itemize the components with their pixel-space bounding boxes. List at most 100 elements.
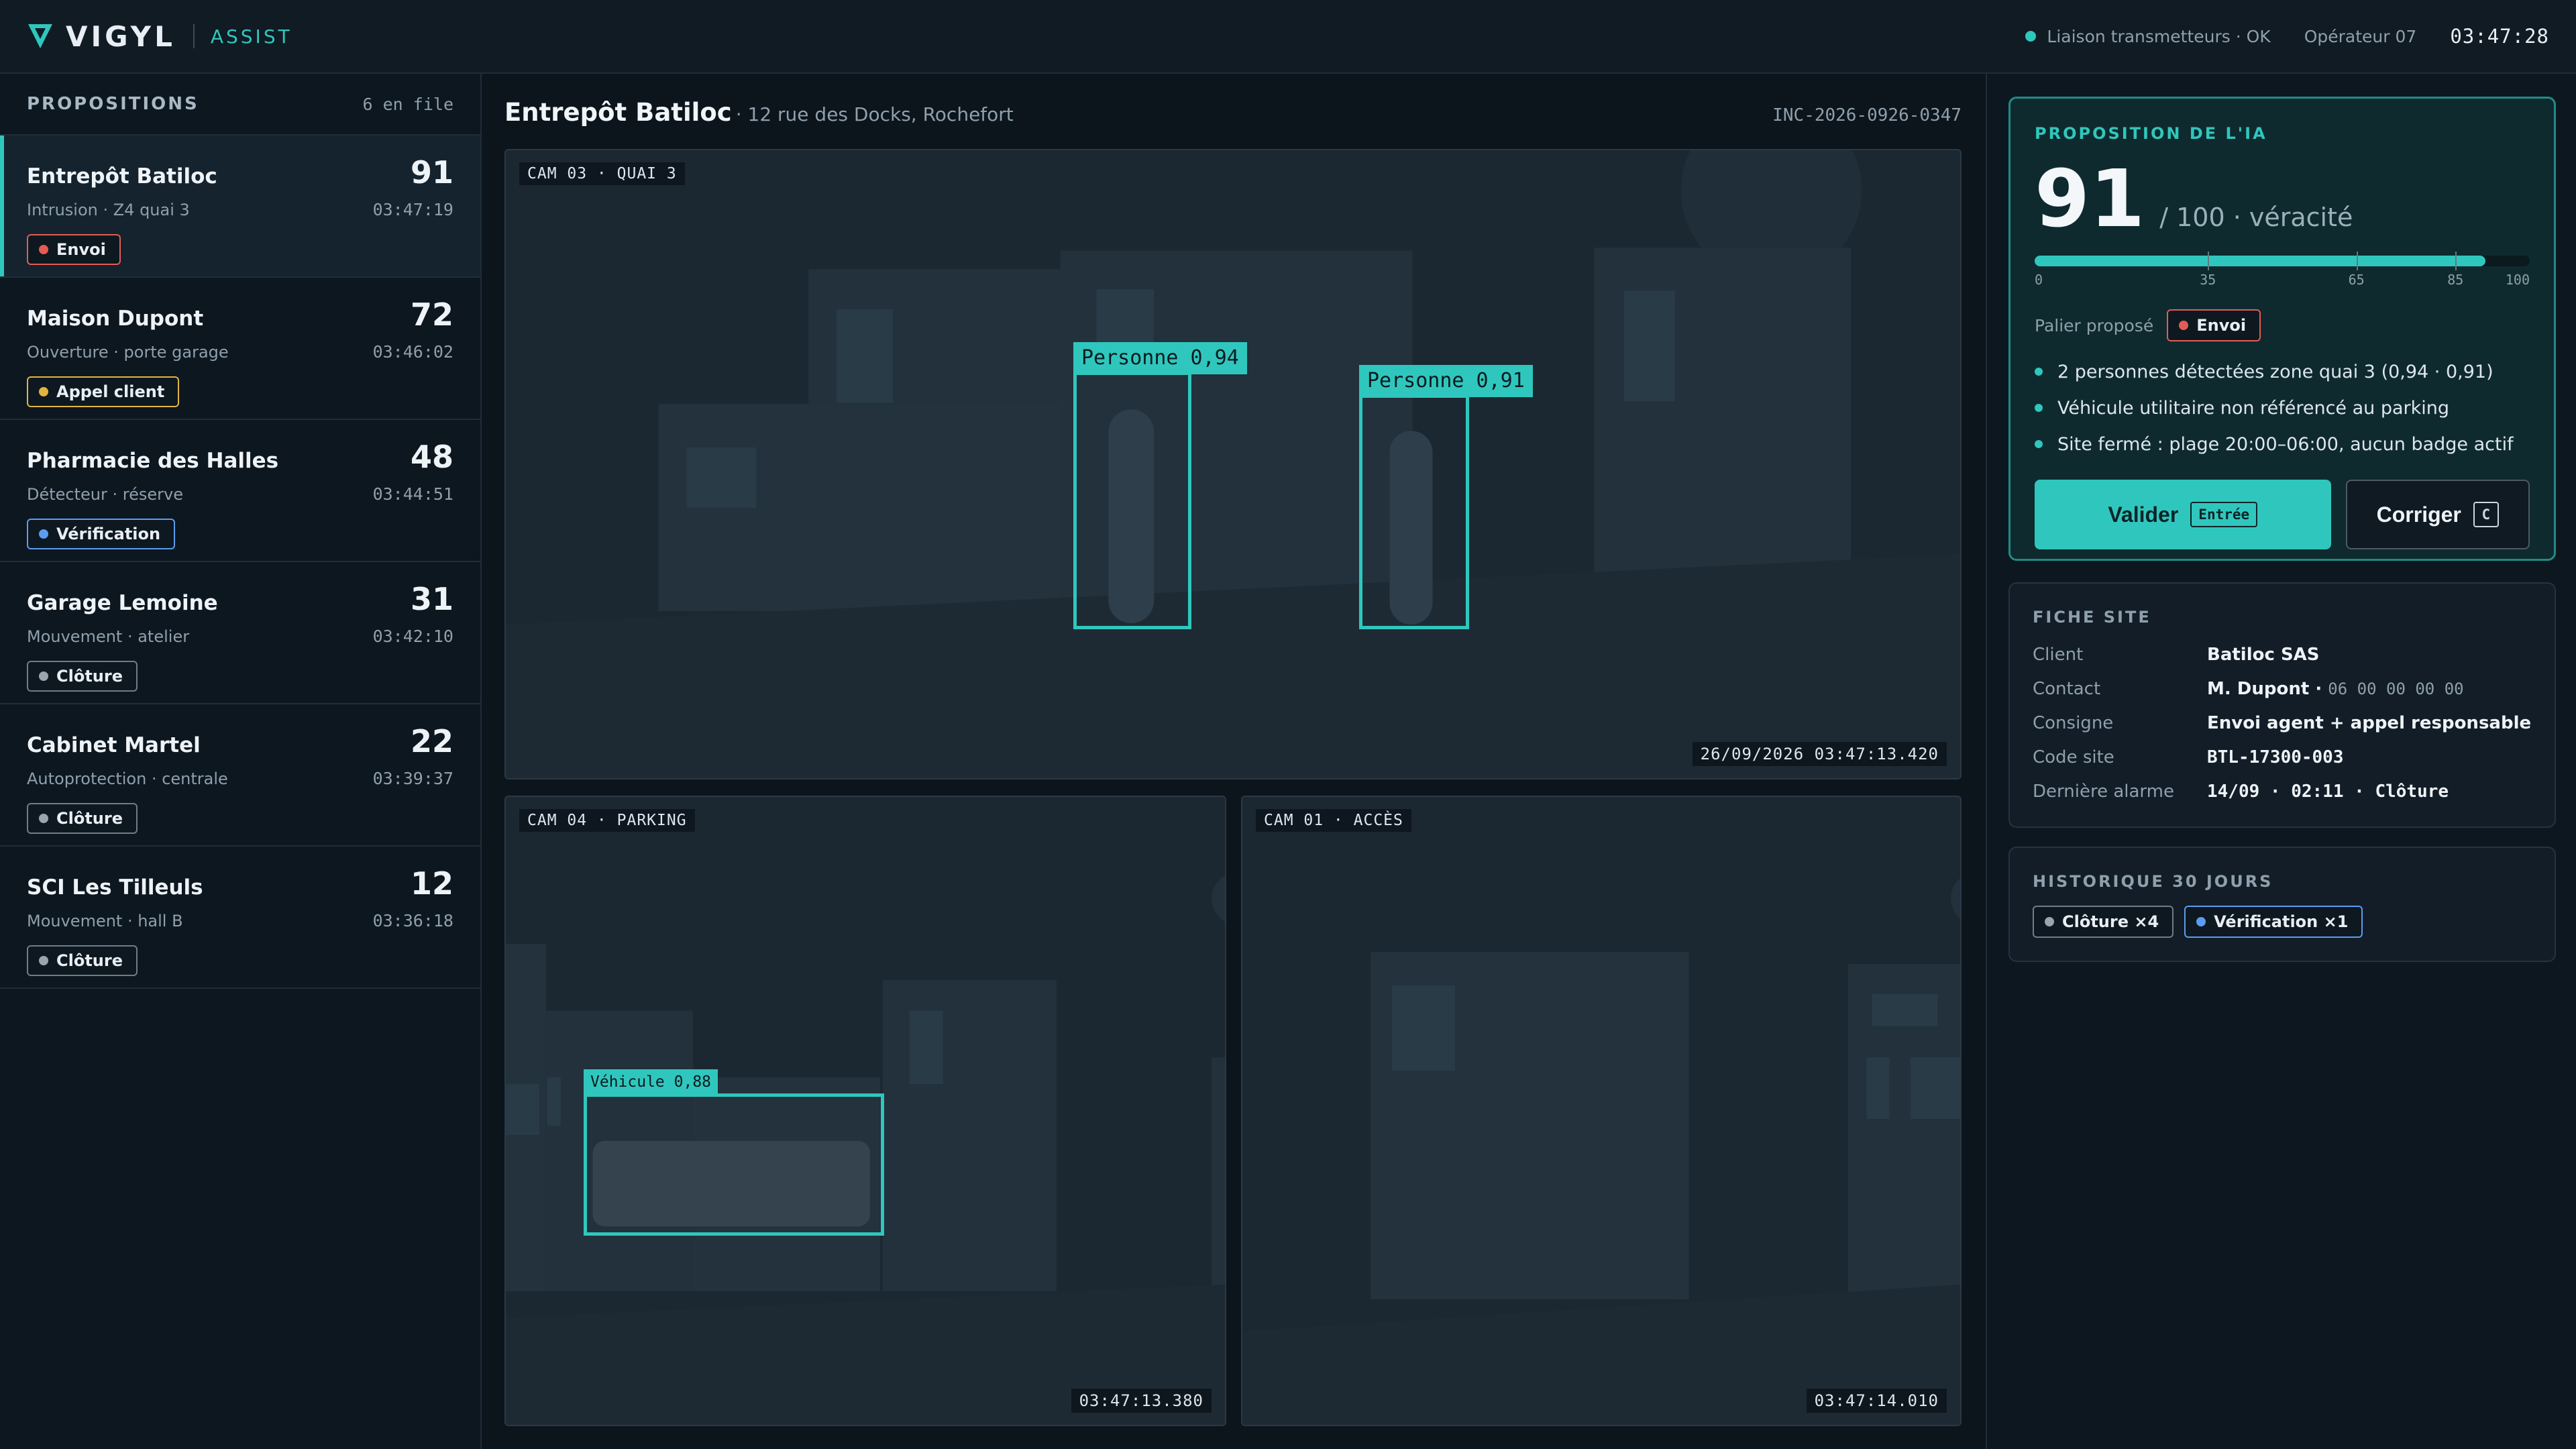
history-badge: Clôture ×4 xyxy=(2033,906,2174,938)
veracity-gauge-scale: 0 35 65 85 100 xyxy=(2035,272,2530,292)
camera-label: CAM 04 · PARKING xyxy=(519,809,695,832)
ai-reason-text: Site fermé : plage 20:00–06:00, aucun ba… xyxy=(2057,433,2514,455)
camera-main-scene xyxy=(506,150,1960,778)
history-badges: Clôture ×4 Vérification ×1 xyxy=(2033,906,2532,938)
badge-dot-icon xyxy=(39,387,48,396)
badge-dot-icon xyxy=(39,672,48,681)
bullet-icon xyxy=(2035,404,2043,412)
queue-item[interactable]: Garage Lemoine 31 Mouvement · atelier 03… xyxy=(0,562,480,704)
queue-item-score: 22 xyxy=(410,723,453,759)
top-bar: VIGYL ASSIST Liaison transmetteurs · OK … xyxy=(0,0,2576,74)
validate-button[interactable]: Valider Entrée xyxy=(2035,480,2331,549)
queue-item-badge: Clôture xyxy=(27,945,138,976)
gauge-scale-label: 35 xyxy=(2200,272,2216,288)
contact-phone[interactable]: 06 00 00 00 00 xyxy=(2328,680,2463,698)
queue-item-description: Détecteur · réserve xyxy=(27,484,183,504)
site-sheet-title: FICHE SITE xyxy=(2033,608,2151,627)
gauge-threshold-tick xyxy=(2208,252,2210,270)
queue-item-score: 72 xyxy=(410,297,453,333)
queue-list: Entrepôt Batiloc 91 Intrusion · Z4 quai … xyxy=(0,136,480,989)
queue-item[interactable]: Entrepôt Batiloc 91 Intrusion · Z4 quai … xyxy=(0,136,480,278)
badge-label: Vérification xyxy=(56,525,161,543)
ai-score-row: 91 / 100 · véracité xyxy=(2035,159,2530,238)
queue-item-badge: Appel client xyxy=(27,376,180,407)
proposed-level-badge: Envoi xyxy=(2167,309,2261,341)
queue-count: 6 en file xyxy=(362,94,453,114)
ai-reason-text: Véhicule utilitaire non référencé au par… xyxy=(2057,397,2450,419)
contact-name: M. Dupont · xyxy=(2207,678,2322,699)
brand-name: VIGYL xyxy=(66,19,176,53)
camera-access[interactable]: CAM 01 · ACCÈS 03:47:14.010 xyxy=(1241,796,1962,1426)
site-row-code: Code site BTL-17300-003 xyxy=(2033,740,2532,774)
person-detection-label: Personne 0,94 xyxy=(1073,342,1247,374)
badge-dot-icon xyxy=(2179,321,2189,330)
badge-label: Clôture ×4 xyxy=(2062,912,2159,931)
badge-dot-icon xyxy=(39,814,48,823)
queue-item-time: 03:39:37 xyxy=(372,769,453,788)
validate-shortcut-key: Entrée xyxy=(2190,502,2258,527)
gauge-scale-label: 100 xyxy=(2505,272,2530,288)
camera-timestamp: 03:47:13.380 xyxy=(1071,1389,1212,1413)
vehicle-detection-box[interactable] xyxy=(584,1093,884,1236)
person-detection-box[interactable] xyxy=(1359,394,1469,629)
site-row-instruction: Consigne Envoi agent + appel responsable xyxy=(2033,706,2532,740)
badge-dot-icon xyxy=(39,956,48,965)
queue-item-badge: Clôture xyxy=(27,803,138,834)
queue-item-site: Entrepôt Batiloc xyxy=(27,164,217,189)
clock: 03:47:28 xyxy=(2450,25,2549,48)
queue-item-description: Mouvement · hall B xyxy=(27,911,183,930)
top-status-area: Liaison transmetteurs · OK Opérateur 07 … xyxy=(2025,25,2549,48)
queue-item[interactable]: Pharmacie des Halles 48 Détecteur · rése… xyxy=(0,420,480,562)
gauge-threshold-tick xyxy=(2356,252,2358,270)
camera-main[interactable]: Personne 0,94 Personne 0,91 CAM 03 · QUA… xyxy=(504,149,1962,780)
queue-item-time: 03:44:51 xyxy=(372,484,453,504)
person-detection-box[interactable] xyxy=(1073,372,1191,629)
gauge-scale-label: 85 xyxy=(2447,272,2464,288)
incident-address: · 12 rue des Docks, Rochefort xyxy=(735,103,1014,125)
queue-item-description: Mouvement · atelier xyxy=(27,627,190,646)
brand-divider xyxy=(193,24,195,48)
badge-label: Appel client xyxy=(56,382,165,401)
camera-parking[interactable]: Véhicule 0,88 CAM 04 · PARKING 03:47:13.… xyxy=(504,796,1226,1426)
bullet-icon xyxy=(2035,440,2043,448)
badge-dot-icon xyxy=(2045,917,2054,926)
site-key: Dernière alarme xyxy=(2033,781,2174,802)
site-sheet-card: FICHE SITE Client Batiloc SAS Contact M.… xyxy=(2008,582,2556,828)
bullet-icon xyxy=(2035,368,2043,376)
site-key: Consigne xyxy=(2033,712,2114,733)
badge-dot-icon xyxy=(2196,917,2206,926)
ai-proposal-title: PROPOSITION DE L'IA xyxy=(2035,124,2267,143)
queue-item-site: Pharmacie des Halles xyxy=(27,449,279,473)
gauge-threshold-tick xyxy=(2455,252,2457,270)
decision-panel: PROPOSITION DE L'IA 91 / 100 · véracité … xyxy=(1986,74,2576,1449)
site-key: Code site xyxy=(2033,747,2114,767)
vigyl-logo-icon xyxy=(28,24,52,48)
vehicle-detection-label: Véhicule 0,88 xyxy=(584,1069,718,1095)
site-value: BTL-17300-003 xyxy=(2207,747,2344,767)
incident-header: Entrepôt Batiloc · 12 rue des Docks, Roc… xyxy=(504,98,1962,138)
history-badge: Vérification ×1 xyxy=(2184,906,2363,938)
ai-score: 91 xyxy=(2035,152,2145,245)
queue-item[interactable]: Maison Dupont 72 Ouverture · porte garag… xyxy=(0,278,480,420)
queue-title: PROPOSITIONS xyxy=(27,94,199,114)
badge-label: Envoi xyxy=(56,240,106,259)
queue-item-time: 03:36:18 xyxy=(372,911,453,930)
site-key: Contact xyxy=(2033,678,2101,699)
queue-item-time: 03:46:02 xyxy=(372,342,453,362)
queue-item-badge: Envoi xyxy=(27,234,121,265)
camera-label: CAM 01 · ACCÈS xyxy=(1256,809,1411,832)
queue-item[interactable]: Cabinet Martel 22 Autoprotection · centr… xyxy=(0,704,480,847)
gauge-scale-label: 65 xyxy=(2348,272,2365,288)
proposal-queue: PROPOSITIONS 6 en file Entrepôt Batiloc … xyxy=(0,74,482,1449)
badge-label: Clôture xyxy=(56,951,123,970)
badge-label: Vérification ×1 xyxy=(2214,912,2349,931)
site-row-last-alarm: Dernière alarme 14/09 · 02:11 · Clôture xyxy=(2033,774,2532,808)
correct-button[interactable]: Corriger C xyxy=(2345,480,2530,549)
queue-header: PROPOSITIONS 6 en file xyxy=(0,74,480,136)
brand-subtitle: ASSIST xyxy=(210,25,292,48)
history-card: HISTORIQUE 30 JOURS Clôture ×4 Vérificati… xyxy=(2008,847,2556,962)
badge-dot-icon xyxy=(39,529,48,539)
ai-reasons: 2 personnes détectées zone quai 3 (0,94 … xyxy=(2035,354,2530,462)
queue-item-description: Ouverture · porte garage xyxy=(27,342,229,362)
queue-item[interactable]: SCI Les Tilleuls 12 Mouvement · hall B 0… xyxy=(0,847,480,989)
